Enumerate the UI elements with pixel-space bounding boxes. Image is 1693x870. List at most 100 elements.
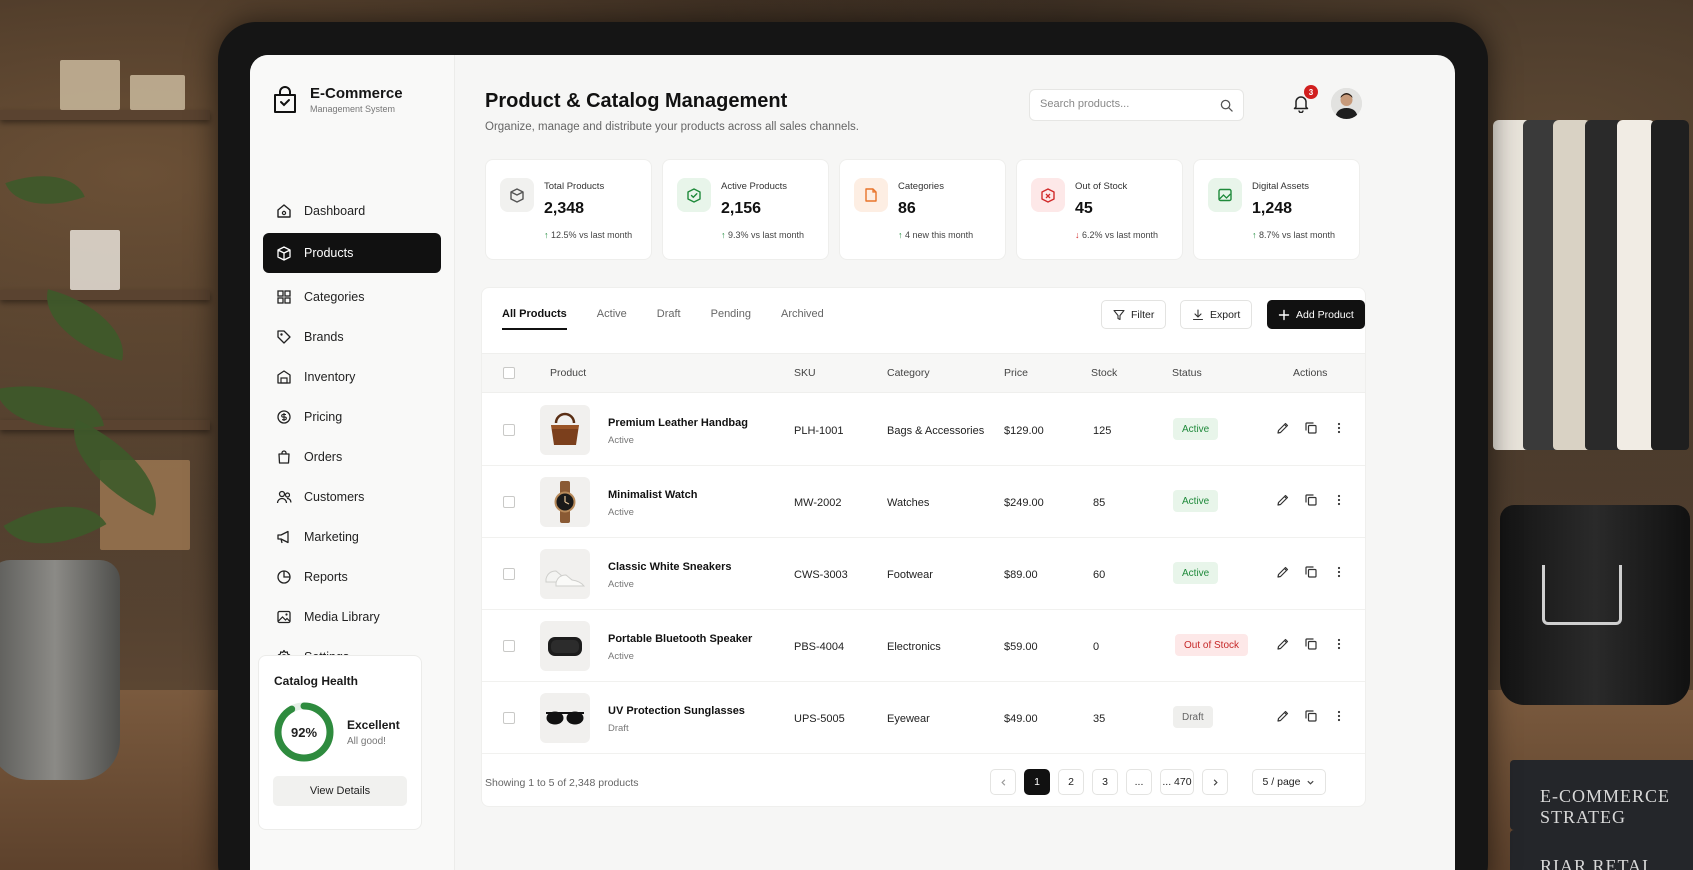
add-product-button[interactable]: Add Product	[1267, 300, 1365, 329]
sidebar-item-label: Media Library	[304, 610, 380, 624]
filter-button[interactable]: Filter	[1101, 300, 1167, 329]
tab-all-products[interactable]: All Products	[502, 308, 567, 330]
page-button[interactable]: ...	[1126, 769, 1152, 795]
edit-button[interactable]	[1276, 565, 1292, 581]
stat-change-suffix: vs last month	[1105, 230, 1159, 240]
status-badge: Active	[1173, 418, 1219, 440]
sidebar-item-dashboard[interactable]: Dashboard	[263, 193, 441, 229]
stat-change-suffix: vs last month	[579, 230, 633, 240]
pencil-icon	[1277, 638, 1289, 650]
health-percent: 92%	[290, 724, 318, 740]
sidebar-item-customers[interactable]: Customers	[263, 479, 441, 515]
duplicate-button[interactable]	[1304, 421, 1320, 437]
stat-change-suffix: vs last month	[751, 230, 805, 240]
main-content: Product & Catalog Management Organize, m…	[455, 55, 1455, 870]
product-thumbnail	[540, 693, 590, 743]
chart-icon	[277, 570, 291, 584]
column-header-price: Price	[1004, 367, 1028, 379]
row-checkbox[interactable]	[503, 712, 515, 724]
sidebar-item-pricing[interactable]: Pricing	[263, 399, 441, 435]
folder-icon	[865, 188, 877, 202]
product-name[interactable]: Portable Bluetooth Speaker	[608, 633, 752, 645]
product-name[interactable]: UV Protection Sunglasses	[608, 705, 745, 717]
duplicate-button[interactable]	[1304, 709, 1320, 725]
notification-badge: 3	[1304, 85, 1318, 99]
per-page-select[interactable]: 5 / page	[1252, 769, 1326, 795]
stat-card-total-products: Total Products 2,348 ↑ 12.5% vs last mon…	[485, 159, 652, 260]
search-box[interactable]	[1029, 89, 1244, 121]
product-name[interactable]: Minimalist Watch	[608, 489, 697, 501]
table-row[interactable]: Premium Leather Handbag Active PLH-1001 …	[482, 394, 1365, 466]
sidebar-item-inventory[interactable]: Inventory	[263, 359, 441, 395]
table-row[interactable]: Minimalist Watch Active MW-2002 Watches …	[482, 466, 1365, 538]
select-all-checkbox[interactable]	[503, 367, 515, 379]
export-button[interactable]: Export	[1180, 300, 1253, 329]
image-icon	[277, 610, 291, 624]
row-checkbox[interactable]	[503, 424, 515, 436]
duplicate-button[interactable]	[1304, 565, 1320, 581]
edit-button[interactable]	[1276, 493, 1292, 509]
sidebar-nav: Dashboard Products Categories Brands Inv…	[263, 193, 441, 679]
more-actions-button[interactable]	[1332, 637, 1348, 653]
pencil-icon	[1277, 710, 1289, 722]
table-row[interactable]: UV Protection Sunglasses Draft UPS-5005 …	[482, 682, 1365, 754]
stat-change: ↑ 8.7% vs last month	[1252, 230, 1335, 240]
product-stock: 125	[1093, 425, 1112, 437]
copy-icon	[1305, 422, 1317, 434]
duplicate-button[interactable]	[1304, 493, 1320, 509]
book: E-COMMERCE STRATEG	[1510, 760, 1693, 830]
copy-icon	[1305, 638, 1317, 650]
sidebar-item-reports[interactable]: Reports	[263, 559, 441, 595]
sidebar-item-marketing[interactable]: Marketing	[263, 519, 441, 555]
page-button[interactable]: 1	[1024, 769, 1050, 795]
product-name[interactable]: Premium Leather Handbag	[608, 417, 748, 429]
stats-row: Total Products 2,348 ↑ 12.5% vs last mon…	[485, 159, 1360, 260]
row-checkbox[interactable]	[503, 568, 515, 580]
sidebar-item-categories[interactable]: Categories	[263, 279, 441, 315]
search-input[interactable]	[1040, 98, 1210, 110]
more-actions-button[interactable]	[1332, 565, 1348, 581]
trend-arrow-icon: ↓	[1075, 230, 1080, 240]
tab-archived[interactable]: Archived	[781, 308, 824, 330]
table-row[interactable]: Portable Bluetooth Speaker Active PBS-40…	[482, 610, 1365, 682]
product-stock: 35	[1093, 713, 1106, 725]
stat-change-value: 4 new	[905, 230, 930, 240]
more-actions-button[interactable]	[1332, 421, 1348, 437]
sidebar-item-label: Pricing	[304, 410, 343, 424]
tab-pending[interactable]: Pending	[711, 308, 751, 330]
page-button[interactable]: 2	[1058, 769, 1084, 795]
status-badge: Active	[1173, 490, 1219, 512]
product-name[interactable]: Classic White Sneakers	[608, 561, 732, 573]
table-row[interactable]: Classic White Sneakers Active CWS-3003 F…	[482, 538, 1365, 610]
shelf	[0, 290, 210, 300]
sidebar-item-media-library[interactable]: Media Library	[263, 599, 441, 635]
next-page-button[interactable]	[1202, 769, 1228, 795]
sidebar-item-products[interactable]: Products	[263, 233, 441, 273]
stat-label: Total Products	[544, 181, 605, 192]
showing-count: Showing 1 to 5 of 2,348 products	[485, 777, 639, 789]
view-details-button[interactable]: View Details	[273, 776, 407, 806]
edit-button[interactable]	[1276, 637, 1292, 653]
stat-label: Out of Stock	[1075, 181, 1128, 192]
previous-page-button[interactable]	[990, 769, 1016, 795]
row-checkbox[interactable]	[503, 640, 515, 652]
more-actions-button[interactable]	[1332, 493, 1348, 509]
avatar[interactable]	[1331, 88, 1362, 119]
more-actions-button[interactable]	[1332, 709, 1348, 725]
tab-draft[interactable]: Draft	[657, 308, 681, 330]
edit-button[interactable]	[1276, 421, 1292, 437]
status-badge: Draft	[1173, 706, 1213, 728]
page-button[interactable]: 3	[1092, 769, 1118, 795]
edit-button[interactable]	[1276, 709, 1292, 725]
shelf	[0, 110, 210, 120]
tab-active[interactable]: Active	[597, 308, 627, 330]
sidebar-item-orders[interactable]: Orders	[263, 439, 441, 475]
sidebar-item-brands[interactable]: Brands	[263, 319, 441, 355]
duplicate-button[interactable]	[1304, 637, 1320, 653]
product-category: Eyewear	[887, 713, 930, 725]
product-thumbnail	[540, 621, 590, 671]
row-checkbox[interactable]	[503, 496, 515, 508]
users-icon	[276, 490, 292, 504]
search-icon[interactable]	[1220, 99, 1233, 112]
page-button[interactable]: ... 470	[1160, 769, 1194, 795]
